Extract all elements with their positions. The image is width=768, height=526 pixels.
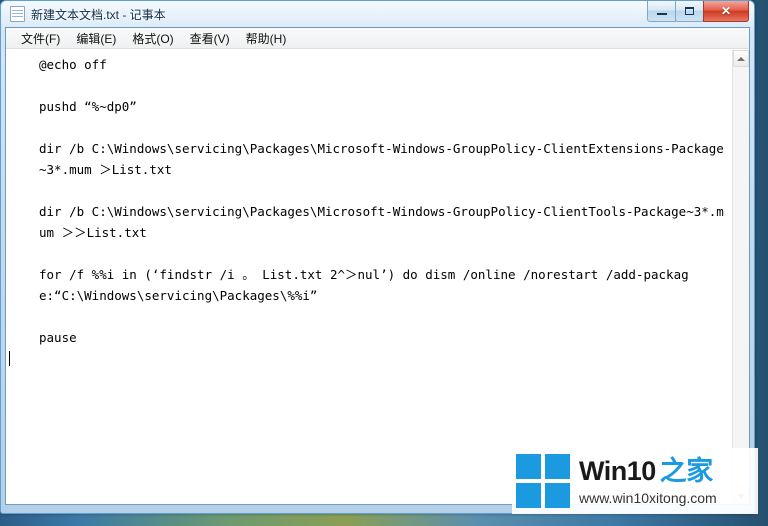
site-watermark: Win10 之家 www.win10xitong.com: [512, 448, 758, 514]
scroll-up-arrow-icon: [737, 56, 745, 61]
minimize-button[interactable]: [647, 1, 676, 22]
menu-item-file[interactable]: 文件(F): [13, 28, 68, 49]
editor-line: pause: [39, 330, 77, 345]
editor-line: @echo off: [39, 57, 107, 72]
maximize-button[interactable]: [675, 1, 704, 22]
windows-logo-icon: [516, 454, 570, 508]
minimize-icon: [656, 13, 667, 15]
window-title: 新建文本文档.txt - 记事本: [31, 7, 166, 22]
title-bar[interactable]: 新建文本文档.txt - 记事本 ✕: [5, 1, 750, 27]
editor-line: for /f %%i in (‘findstr /i 。 List.txt 2^…: [39, 267, 689, 303]
scrollbar-up-button[interactable]: [733, 50, 749, 67]
menu-item-edit[interactable]: 编辑(E): [68, 28, 124, 49]
watermark-brand-cn: 之家: [659, 455, 714, 486]
menu-item-help[interactable]: 帮助(H): [238, 28, 295, 49]
menu-bar: 文件(F) 编辑(E) 格式(O) 查看(V) 帮助(H): [6, 28, 749, 49]
window-client-area: 文件(F) 编辑(E) 格式(O) 查看(V) 帮助(H) @echo off …: [5, 27, 750, 505]
editor-line: dir /b C:\Windows\servicing\Packages\Mic…: [39, 141, 724, 177]
notepad-window: 新建文本文档.txt - 记事本 ✕ 文件(F) 编辑(E) 格式(O) 查看(…: [0, 0, 755, 514]
notepad-document-icon: [10, 6, 25, 22]
watermark-brand: Win10 之家: [579, 455, 717, 486]
close-button[interactable]: ✕: [703, 1, 749, 22]
watermark-url: www.win10xitong.com: [579, 489, 717, 506]
editor-area: @echo off pushd “%~dp0” dir /b C:\Window…: [6, 50, 749, 504]
text-caret: [9, 351, 10, 366]
watermark-text: Win10 之家 www.win10xitong.com: [579, 455, 717, 506]
menu-item-view[interactable]: 查看(V): [182, 28, 238, 49]
editor-line: pushd “%~dp0”: [39, 99, 137, 114]
menu-item-format[interactable]: 格式(O): [124, 28, 181, 49]
text-editor[interactable]: @echo off pushd “%~dp0” dir /b C:\Window…: [6, 50, 732, 504]
close-icon: ✕: [720, 4, 732, 18]
window-controls: ✕: [647, 1, 749, 22]
scrollbar-track[interactable]: [733, 67, 749, 487]
vertical-scrollbar[interactable]: [732, 50, 749, 504]
editor-line: dir /b C:\Windows\servicing\Packages\Mic…: [39, 204, 724, 240]
editor-line: [9, 348, 730, 369]
watermark-brand-en: Win10: [579, 455, 656, 486]
maximize-icon: [685, 7, 694, 15]
